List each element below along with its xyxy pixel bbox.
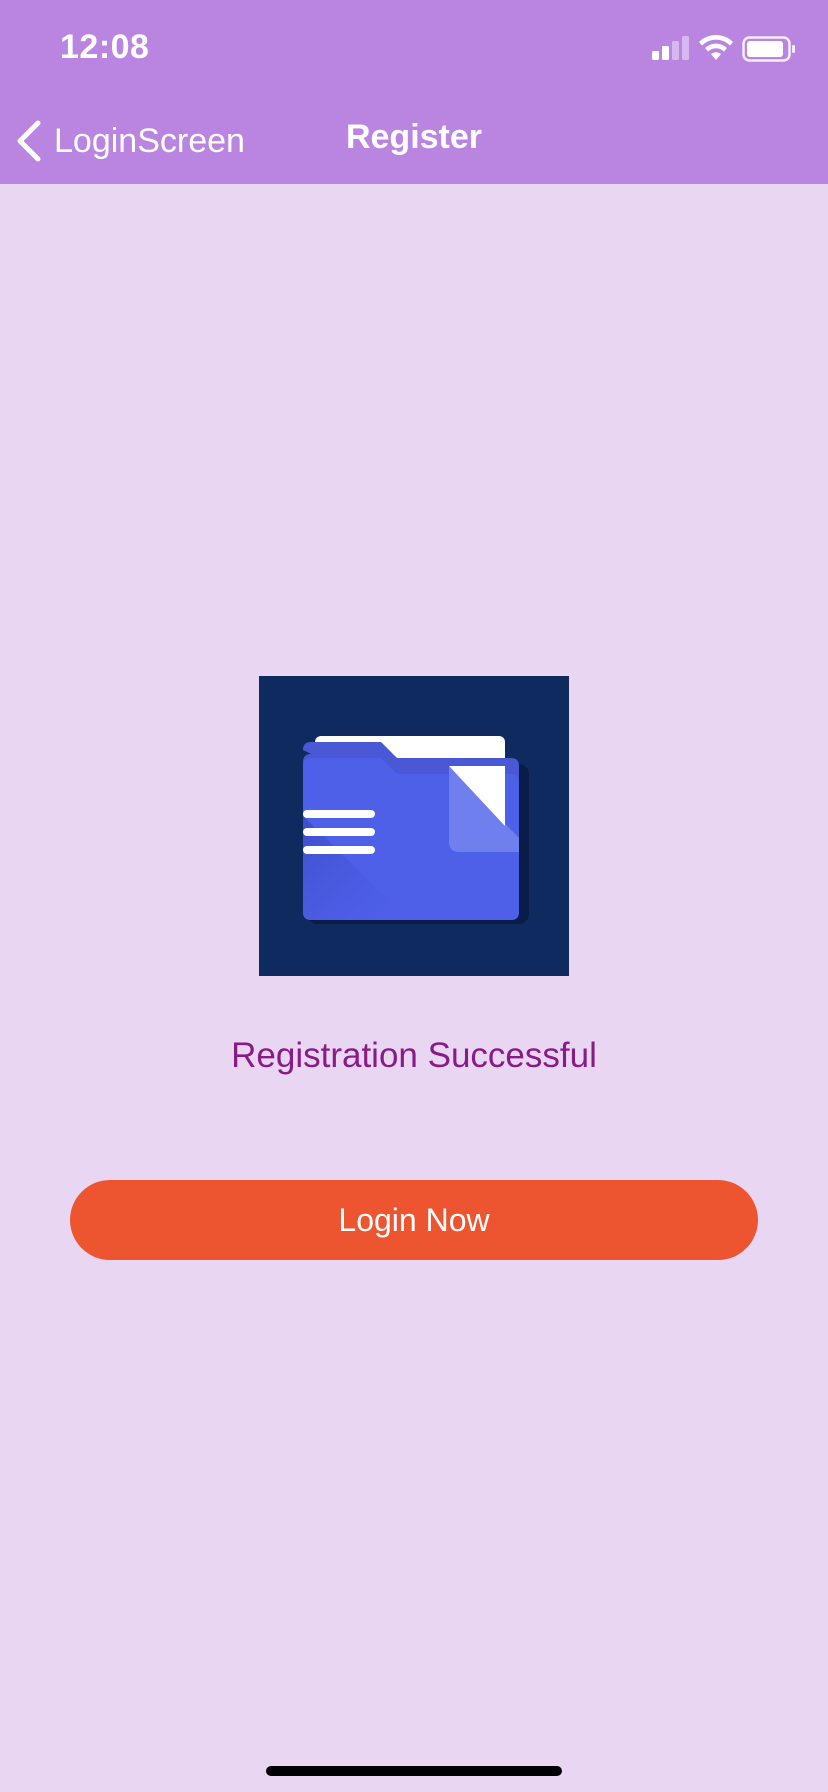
home-indicator[interactable] [266,1766,562,1776]
login-now-button[interactable]: Login Now [70,1180,758,1260]
cellular-signal-icon [652,36,689,60]
status-time: 12:08 [60,28,150,66]
battery-icon [742,36,795,62]
page-title: Register [345,118,483,156]
registration-success-message: Registration Successful [231,1036,597,1075]
navigation-header: 12:08 LoginScreen Register [0,0,828,184]
wifi-icon [699,34,733,60]
folder-document-icon [303,736,529,924]
app-logo [259,676,569,976]
register-screen: 12:08 LoginScreen Register Registration … [0,0,828,1792]
